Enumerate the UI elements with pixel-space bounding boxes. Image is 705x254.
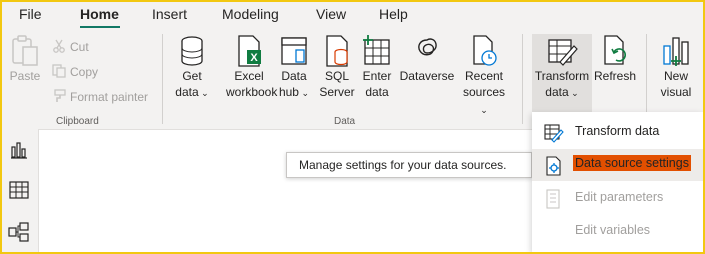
dataverse-button[interactable]: Dataverse (398, 34, 456, 84)
model-view-icon (8, 222, 29, 242)
excel-icon: X (238, 35, 261, 67)
chevron-down-icon: ⌄ (198, 88, 209, 98)
new-visual-button[interactable]: New visual (656, 34, 696, 100)
group-divider (522, 34, 523, 124)
sql-label-1: SQL (324, 69, 349, 83)
model-view-button[interactable] (8, 221, 30, 243)
enter-data-label-2: data (365, 85, 389, 99)
format-painter-label: Format painter (70, 90, 149, 104)
refresh-button[interactable]: Refresh (594, 34, 636, 84)
sql-label-2: Server (319, 85, 355, 99)
chevron-down-icon: ⌄ (298, 88, 310, 98)
group-divider (646, 34, 647, 124)
dataverse-icon (418, 38, 437, 56)
cut-button[interactable]: Cut (52, 39, 89, 55)
get-data-label-1: Get (182, 69, 202, 83)
tooltip: Manage settings for your data sources. (286, 152, 532, 178)
data-hub-button[interactable]: Data hub ⌄ (274, 34, 314, 101)
svg-text:X: X (250, 52, 258, 64)
data-source-settings-icon (546, 156, 561, 176)
table-view-button[interactable] (8, 179, 30, 201)
new-visual-label-1: New (663, 69, 688, 83)
paste-label: Paste (9, 69, 41, 83)
copy-button[interactable]: Copy (52, 64, 98, 80)
tab-view[interactable]: View (316, 6, 346, 22)
copy-label: Copy (70, 65, 99, 79)
new-visual-label-2: visual (660, 85, 692, 99)
format-painter-icon (54, 89, 66, 102)
data-group-label: Data (334, 116, 356, 127)
transform-data-dropdown: Transform data Data source settings Edit… (532, 112, 703, 252)
menu-item-edit-parameters[interactable]: Edit parameters (532, 182, 703, 214)
menu-item-label: Data source settings (573, 155, 691, 171)
sql-server-icon (326, 35, 348, 67)
database-icon (181, 36, 203, 66)
tab-file[interactable]: File (19, 6, 42, 22)
tab-modeling[interactable]: Modeling (222, 6, 279, 22)
data-hub-icon (281, 37, 307, 65)
data-hub-label-1: Data (281, 69, 307, 83)
transform-data-button[interactable]: Transform data ⌄ (532, 34, 592, 114)
tab-help[interactable]: Help (379, 6, 408, 22)
menu-item-label: Edit variables (575, 223, 651, 237)
dataverse-label: Dataverse (399, 69, 455, 83)
menu-item-label: Transform data (575, 124, 660, 138)
data-hub-label-2: hub (278, 85, 299, 99)
enter-data-button[interactable]: Enter data (360, 34, 394, 100)
menu-item-data-source-settings[interactable]: Data source settings (532, 149, 703, 181)
paste-button[interactable]: Paste (6, 34, 44, 84)
menu-item-label: Edit parameters (575, 190, 664, 204)
sql-server-button[interactable]: SQL Server (318, 34, 356, 100)
paste-icon (12, 35, 38, 66)
transform-data-icon (548, 39, 578, 66)
edit-parameters-icon (546, 189, 560, 209)
app-window: File Home Insert Modeling View Help Past… (0, 0, 705, 254)
group-divider (162, 34, 163, 124)
enter-data-label-1: Enter (362, 69, 392, 83)
transform-data-icon (544, 124, 564, 143)
recent-label-2: sources (462, 85, 506, 99)
refresh-label: Refresh (594, 69, 637, 83)
transform-label-1: Transform (534, 69, 590, 83)
menu-item-edit-variables[interactable]: Edit variables (532, 215, 703, 247)
report-view-button[interactable] (8, 139, 30, 161)
report-view-icon (11, 142, 27, 159)
excel-label-2: workbook (226, 85, 278, 99)
tab-insert[interactable]: Insert (152, 6, 187, 22)
refresh-icon (604, 35, 627, 65)
recent-label-1: Recent (464, 69, 504, 83)
clipboard-group-label: Clipboard (56, 116, 99, 127)
cut-icon (53, 39, 65, 53)
get-data-label-2: data (175, 85, 199, 99)
recent-sources-button[interactable]: Recent sources ⌄ (458, 34, 510, 118)
new-visual-icon (663, 37, 689, 66)
enter-data-icon (363, 35, 390, 65)
chevron-down-icon: ⌄ (480, 105, 488, 115)
copy-icon (52, 64, 66, 78)
tab-home[interactable]: Home (80, 6, 119, 22)
transform-label-2: data (545, 85, 569, 99)
cut-label: Cut (70, 40, 89, 54)
menu-item-transform-data[interactable]: Transform data (532, 116, 703, 148)
view-switcher (2, 129, 39, 252)
excel-label-1: Excel (234, 69, 264, 83)
ribbon-tabs: File Home Insert Modeling View Help (2, 2, 703, 28)
chevron-down-icon: ⌄ (568, 88, 579, 98)
table-view-icon (9, 181, 29, 199)
get-data-button[interactable]: Get data ⌄ (172, 34, 212, 101)
recent-sources-icon (473, 35, 497, 66)
format-painter-button[interactable]: Format painter (52, 89, 148, 105)
excel-workbook-button[interactable]: X Excel workbook (226, 34, 277, 100)
